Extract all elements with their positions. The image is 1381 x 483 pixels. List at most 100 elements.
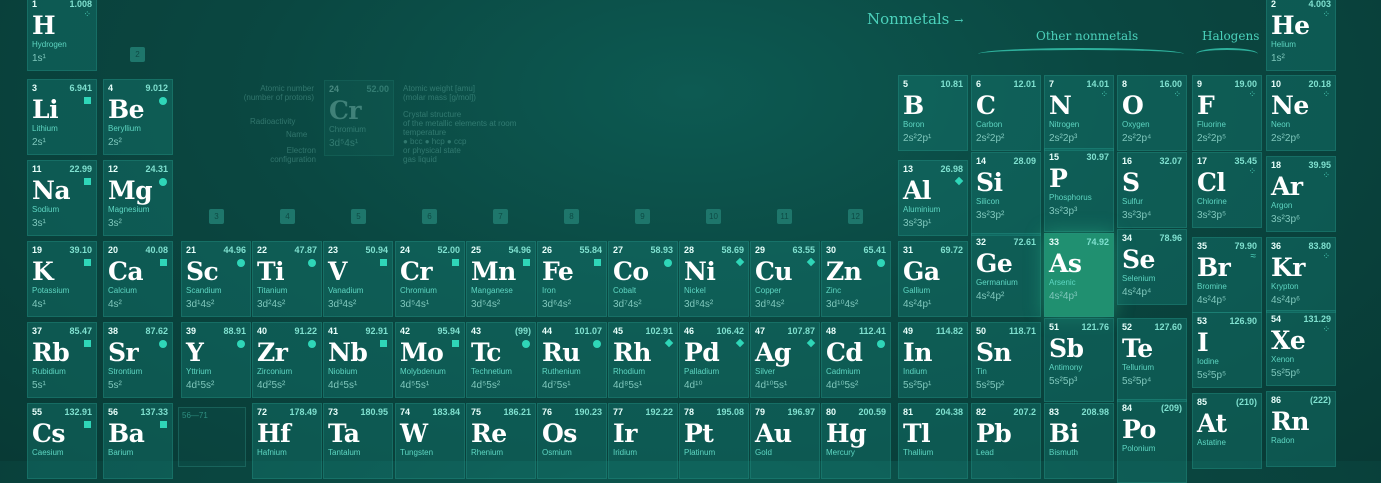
lanthanides-placeholder[interactable]: 56—71	[178, 407, 246, 467]
element-barium[interactable]: 56 137.33 Ba Barium	[103, 403, 173, 479]
element-hafnium[interactable]: 72 178.49 Hf Hafnium	[252, 403, 322, 479]
element-aluminium[interactable]: 13 26.98 Al Aluminium 3s²3p¹	[898, 160, 968, 236]
element-indium[interactable]: 49 114.82 In Indium 5s²5p¹	[898, 322, 968, 398]
gas-dots-icon: ⁘	[1322, 251, 1330, 261]
element-name: Krypton	[1271, 282, 1299, 291]
element-potassium[interactable]: 19 39.10 K Potassium 4s¹	[27, 241, 97, 317]
atomic-number: 32	[976, 237, 987, 247]
element-lead[interactable]: 82 207.2 Pb Lead	[971, 403, 1041, 479]
element-name: Tungsten	[400, 448, 434, 457]
element-rhodium[interactable]: 45 102.91 Rh Rhodium 4d⁸5s¹	[608, 322, 678, 398]
element-thallium[interactable]: 81 204.38 Tl Thallium	[898, 403, 968, 479]
element-technetium[interactable]: 43 (99) Tc Technetium 4d⁵5s²	[466, 322, 536, 398]
element-nickel[interactable]: 28 58.69 Ni Nickel 3d⁸4s²	[679, 241, 749, 317]
element-magnesium[interactable]: 12 24.31 Mg Magnesium 3s²	[103, 160, 173, 236]
element-symbol: Rn	[1271, 407, 1309, 436]
element-vanadium[interactable]: 23 50.94 V Vanadium 3d³4s²	[323, 241, 393, 317]
element-iridium[interactable]: 77 192.22 Ir Iridium	[608, 403, 678, 479]
element-strontium[interactable]: 38 87.62 Sr Strontium 5s²	[103, 322, 173, 398]
element-zinc[interactable]: 30 65.41 Zn Zinc 3d¹⁰4s²	[821, 241, 891, 317]
element-symbol: K	[32, 257, 54, 286]
element-sulfur[interactable]: 16 32.07 S Sulfur 3s²3p⁴	[1117, 152, 1187, 228]
element-titanium[interactable]: 22 47.87 Ti Titanium 3d²4s²	[252, 241, 322, 317]
element-tungsten[interactable]: 74 183.84 W Tungsten	[395, 403, 465, 479]
element-iodine[interactable]: 53 126.90 I Iodine 5s²5p⁵	[1192, 312, 1262, 388]
electron-config: 3s²3p³	[1049, 206, 1078, 217]
element-hydrogen[interactable]: 1 1.008 H Hydrogen 1s¹ ⁘	[27, 0, 97, 71]
element-chromium[interactable]: 24 52.00 Cr Chromium 3d⁵4s¹	[395, 241, 465, 317]
element-zirconium[interactable]: 40 91.22 Zr Zirconium 4d²5s²	[252, 322, 322, 398]
element-xenon[interactable]: 54 131.29 Xe Xenon 5s²5p⁶ ⁘	[1266, 310, 1336, 386]
element-caesium[interactable]: 55 132.91 Cs Caesium	[27, 403, 97, 479]
legend-atomic-weight-text: Atomic weight [amu]	[403, 84, 476, 93]
element-sodium[interactable]: 11 22.99 Na Sodium 3s¹	[27, 160, 97, 236]
element-scandium[interactable]: 21 44.96 Sc Scandium 3d¹4s²	[181, 241, 251, 317]
element-ruthenium[interactable]: 44 101.07 Ru Ruthenium 4d⁷5s¹	[537, 322, 607, 398]
element-beryllium[interactable]: 4 9.012 Be Beryllium 2s²	[103, 79, 173, 155]
element-helium[interactable]: 2 4.003 He Helium 1s² ⁘	[1266, 0, 1336, 71]
element-silver[interactable]: 47 107.87 Ag Silver 4d¹⁰5s¹	[750, 322, 820, 398]
element-gallium[interactable]: 31 69.72 Ga Gallium 4s²4p¹	[898, 241, 968, 317]
element-gold[interactable]: 79 196.97 Au Gold	[750, 403, 820, 479]
group-number-6: 6	[422, 209, 437, 224]
element-antimony[interactable]: 51 121.76 Sb Antimony 5s²5p³	[1044, 318, 1114, 402]
element-symbol: He	[1271, 11, 1310, 40]
element-name: Mercury	[826, 448, 855, 457]
element-tin[interactable]: 50 118.71 Sn Tin 5s²5p²	[971, 322, 1041, 398]
element-symbol: Mn	[471, 257, 516, 286]
element-symbol: Os	[542, 419, 577, 448]
element-niobium[interactable]: 41 92.91 Nb Niobium 4d⁴5s¹	[323, 322, 393, 398]
atomic-weight: 6.941	[69, 83, 92, 93]
element-calcium[interactable]: 20 40.08 Ca Calcium 4s²	[103, 241, 173, 317]
element-phosphorus[interactable]: 15 30.97 P Phosphorus 3s²3p³	[1044, 148, 1114, 232]
legend-crystal-structure-text: Crystal structure	[403, 110, 462, 119]
atomic-weight: 4.003	[1308, 0, 1331, 9]
element-osmium[interactable]: 76 190.23 Os Osmium	[537, 403, 607, 479]
element-copper[interactable]: 29 63.55 Cu Copper 3d⁹4s²	[750, 241, 820, 317]
element-argon[interactable]: 18 39.95 Ar Argon 3s²3p⁶ ⁘	[1266, 156, 1336, 232]
element-germanium[interactable]: 32 72.61 Ge Germanium 4s²4p²	[971, 233, 1041, 317]
element-oxygen[interactable]: 8 16.00 O Oxygen 2s²2p⁴ ⁘	[1117, 75, 1187, 151]
atomic-weight: 52.00	[437, 245, 460, 255]
element-symbol: Hg	[826, 419, 867, 448]
atomic-number: 30	[826, 245, 837, 255]
element-symbol: Kr	[1271, 253, 1305, 282]
element-molybdenum[interactable]: 42 95.94 Mo Molybdenum 4d⁵5s¹	[395, 322, 465, 398]
element-tellurium[interactable]: 52 127.60 Te Tellurium 5s²5p⁴	[1117, 318, 1187, 402]
element-rhenium[interactable]: 75 186.21 Re Rhenium	[466, 403, 536, 479]
element-tantalum[interactable]: 73 180.95 Ta Tantalum	[323, 403, 393, 479]
element-palladium[interactable]: 46 106.42 Pd Palladium 4d¹⁰	[679, 322, 749, 398]
element-name: Manganese	[471, 286, 513, 295]
element-cobalt[interactable]: 27 58.93 Co Cobalt 3d⁷4s²	[608, 241, 678, 317]
element-bromine[interactable]: 35 79.90 Br Bromine 4s²4p⁵ ≈	[1192, 237, 1262, 313]
element-boron[interactable]: 5 10.81 B Boron 2s²2p¹	[898, 75, 968, 151]
element-silicon[interactable]: 14 28.09 Si Silicon 3s²3p²	[971, 152, 1041, 236]
element-platinum[interactable]: 78 195.08 Pt Platinum	[679, 403, 749, 479]
element-manganese[interactable]: 25 54.96 Mn Manganese 3d⁵4s²	[466, 241, 536, 317]
element-cadmium[interactable]: 48 112.41 Cd Cadmium 4d¹⁰5s²	[821, 322, 891, 398]
electron-config: 4s²4p⁶	[1271, 295, 1301, 306]
element-astatine[interactable]: 85 (210) At Astatine	[1192, 393, 1262, 469]
element-krypton[interactable]: 36 83.80 Kr Krypton 4s²4p⁶ ⁘	[1266, 237, 1336, 313]
element-polonium[interactable]: 84 (209) Po Polonium	[1117, 399, 1187, 483]
legend-physical-state: or physical state	[403, 146, 461, 155]
element-nitrogen[interactable]: 7 14.01 N Nitrogen 2s²2p³ ⁘	[1044, 75, 1114, 151]
element-yttrium[interactable]: 39 88.91 Y Yttrium 4d¹5s²	[181, 322, 251, 398]
element-rubidium[interactable]: 37 85.47 Rb Rubidium 5s¹	[27, 322, 97, 398]
element-bismuth[interactable]: 83 208.98 Bi Bismuth	[1044, 403, 1114, 479]
element-symbol: Nb	[328, 338, 368, 367]
element-iron[interactable]: 26 55.84 Fe Iron 3d⁶4s²	[537, 241, 607, 317]
atomic-number: 13	[903, 164, 914, 174]
element-arsenic[interactable]: 33 74.92 As Arsenic 4s²4p³	[1044, 233, 1114, 317]
element-selenium[interactable]: 34 78.96 Se Selenium 4s²4p⁴	[1117, 229, 1187, 305]
atomic-number: 26	[542, 245, 553, 255]
element-neon[interactable]: 10 20.18 Ne Neon 2s²2p⁶ ⁘	[1266, 75, 1336, 151]
element-carbon[interactable]: 6 12.01 C Carbon 2s²2p²	[971, 75, 1041, 151]
element-mercury[interactable]: 80 200.59 Hg Mercury	[821, 403, 891, 479]
element-chlorine[interactable]: 17 35.45 Cl Chlorine 3s²3p⁵ ⁘	[1192, 152, 1262, 228]
atomic-number: 36	[1271, 241, 1282, 251]
element-fluorine[interactable]: 9 19.00 F Fluorine 2s²2p⁵ ⁘	[1192, 75, 1262, 151]
gas-dots-icon: ⁘	[1100, 89, 1108, 99]
element-radon[interactable]: 86 (222) Rn Radon	[1266, 391, 1336, 467]
element-lithium[interactable]: 3 6.941 Li Lithium 2s¹	[27, 79, 97, 155]
